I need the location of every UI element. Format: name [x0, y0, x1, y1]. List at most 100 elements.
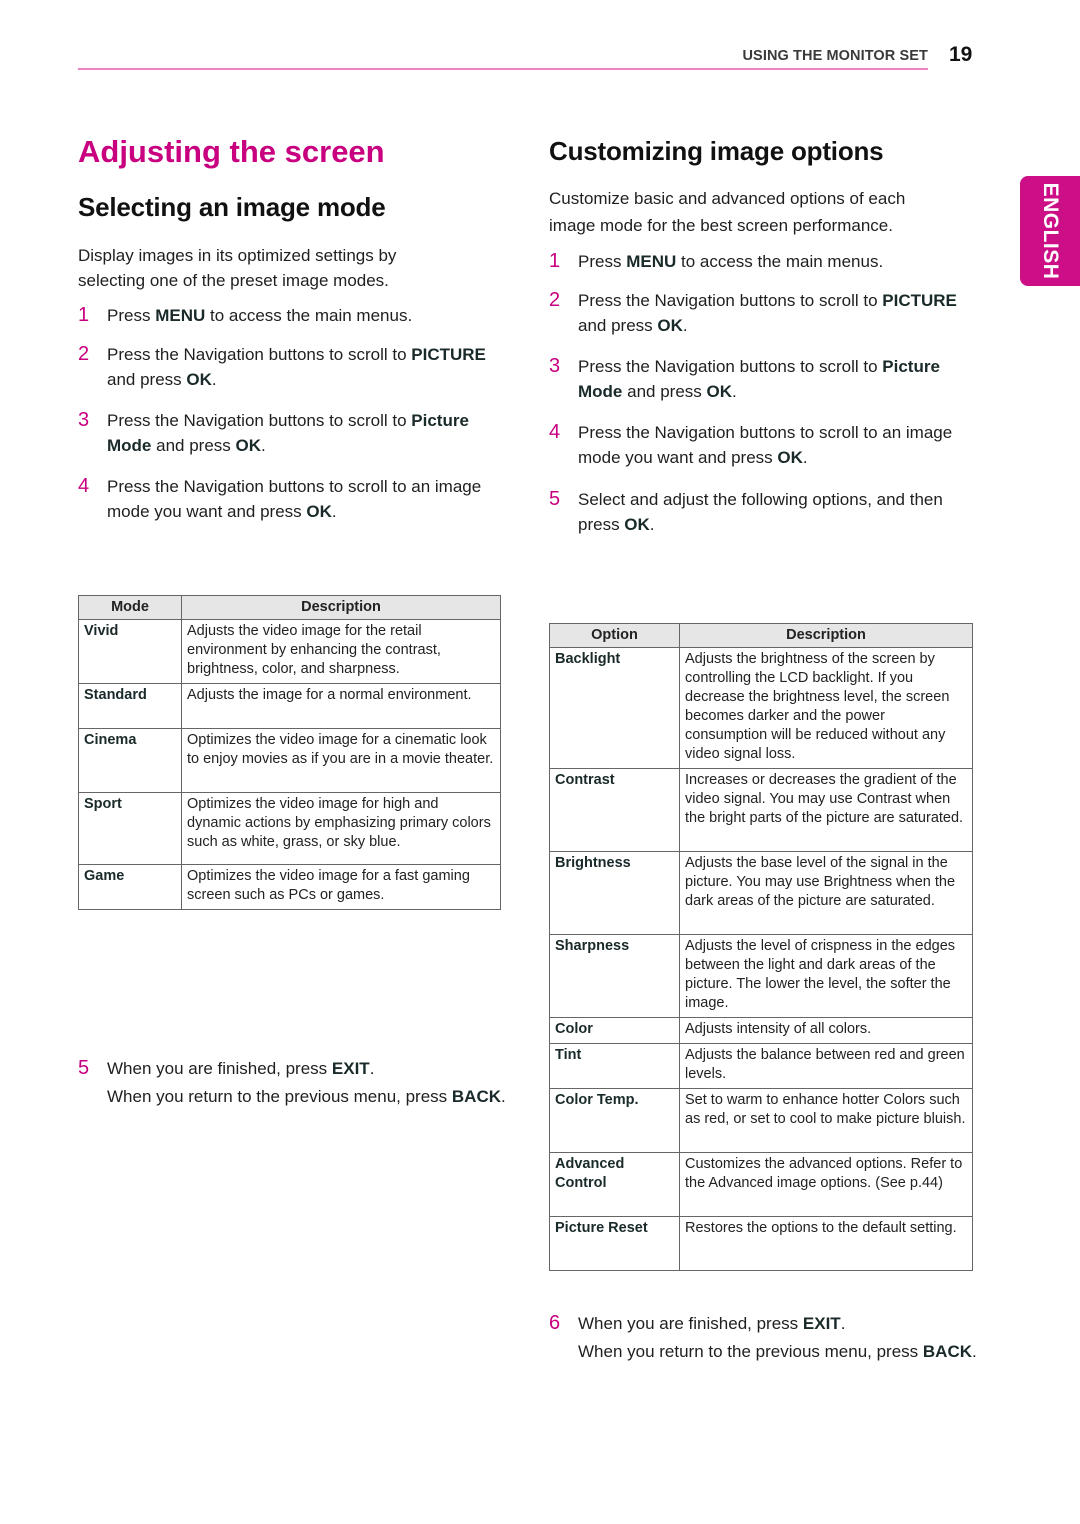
step-text: . — [840, 1314, 846, 1333]
step-number: 2 — [78, 343, 90, 365]
table-row: Color Adjusts intensity of all colors. — [549, 1017, 973, 1044]
step-body: Press the Navigation buttons to scroll t… — [578, 354, 958, 404]
step-text: . — [501, 1087, 506, 1106]
column-header-mode: Mode — [78, 595, 182, 620]
cell-description: Adjusts the base level of the signal in … — [679, 851, 973, 935]
cell-description: Adjusts the video image for the retail e… — [181, 619, 501, 684]
table-row: Standard Adjusts the image for a normal e… — [78, 683, 501, 729]
header-section-title: USING THE MONITOR SET — [742, 48, 928, 64]
key-term: EXIT — [331, 1059, 370, 1078]
intro-line: selecting one of the preset image modes. — [78, 271, 389, 290]
cell-name: Backlight — [549, 647, 680, 769]
page-title: Adjusting the screen — [78, 134, 385, 169]
step-note: When you return to the previous menu, pr… — [578, 1339, 978, 1364]
step-body: Press MENU to access the main menus. — [578, 249, 958, 274]
step-text: Press — [107, 306, 156, 325]
step-text: . — [732, 382, 737, 401]
cell-name: Brightness — [549, 851, 680, 935]
cell-name: Advanced Control — [549, 1152, 680, 1217]
step-number: 5 — [78, 1057, 90, 1079]
cell-description: Adjusts the balance between red and gree… — [679, 1043, 973, 1089]
step-text: When you are finished, press — [107, 1059, 332, 1078]
column-header-option: Option — [549, 623, 680, 648]
cell-name: Game — [78, 864, 182, 910]
step-text: . — [649, 515, 655, 534]
table-row: Vivid Adjusts the video image for the ret… — [78, 619, 501, 684]
step-body: Press the Navigation buttons to scroll t… — [107, 408, 487, 458]
cell-description: Increases or decreases the gradient of t… — [679, 768, 973, 852]
step-body: Press MENU to access the main menus. — [107, 303, 487, 328]
key-term: OK — [306, 502, 332, 521]
section-heading-image-options: Customizing image options — [549, 136, 884, 166]
step-text: to access the main menus. — [205, 306, 413, 325]
cell-name: Contrast — [549, 768, 680, 852]
key-term: OK — [777, 448, 803, 467]
step-text: . — [682, 316, 688, 335]
cell-description: Adjusts the image for a normal environme… — [181, 683, 501, 729]
step-text: and press — [622, 382, 707, 401]
key-term: OK — [657, 316, 683, 335]
table-header-row: Mode Description — [78, 595, 501, 620]
step-text: When you return to the previous menu, pr… — [578, 1342, 923, 1361]
key-term: BACK — [451, 1087, 502, 1106]
step-body: When you are finished, press EXIT. — [107, 1056, 507, 1081]
step-number: 6 — [549, 1312, 561, 1334]
table-row: Cinema Optimizes the video image for a ci… — [78, 728, 501, 793]
cell-name: Vivid — [78, 619, 182, 684]
step-number: 4 — [78, 475, 90, 497]
table-row: Picture Reset Restores the options to the… — [549, 1216, 973, 1271]
step-body: Press the Navigation buttons to scroll t… — [107, 474, 487, 524]
table-row: Sharpness Adjusts the level of crispness … — [549, 934, 973, 1018]
cell-name: Sport — [78, 792, 182, 865]
image-mode-table: Mode Description Vivid Adjusts the video … — [78, 595, 501, 910]
intro-line: image mode for the best screen performan… — [549, 216, 893, 235]
table-row: Advanced Control Customizes the advanced … — [549, 1152, 973, 1217]
key-term: EXIT — [802, 1314, 841, 1333]
step-number: 4 — [549, 421, 561, 443]
step-text: Press the Navigation buttons to scroll t… — [107, 411, 412, 430]
table-row: Tint Adjusts the balance between red and … — [549, 1043, 973, 1089]
step-number: 2 — [549, 289, 561, 311]
key-term: OK — [706, 382, 733, 401]
step-text: and press — [107, 370, 187, 389]
cell-name: Tint — [549, 1043, 680, 1089]
step-body: Press the Navigation buttons to scroll t… — [578, 420, 958, 470]
key-term: PICTURE — [411, 345, 486, 364]
page-number: 19 — [949, 43, 973, 66]
key-term: OK — [624, 515, 650, 534]
header-rule — [78, 68, 928, 70]
language-tab-label: ENGLISH — [1039, 182, 1062, 280]
cell-description: Optimizes the video image for high and d… — [181, 792, 501, 865]
cell-description: Set to warm to enhance hotter Colors suc… — [679, 1088, 973, 1153]
cell-name: Color Temp. — [549, 1088, 680, 1153]
step-text: Press the Navigation buttons to scroll t… — [107, 345, 412, 364]
step-text: When you are finished, press — [578, 1314, 803, 1333]
section-heading-image-mode: Selecting an image mode — [78, 192, 386, 222]
cell-description: Adjusts the level of crispness in the ed… — [679, 934, 973, 1018]
step-text: Press the Navigation buttons to scroll t… — [107, 477, 482, 521]
column-header-description: Description — [679, 623, 973, 648]
cell-description: Customizes the advanced options. Refer t… — [679, 1152, 973, 1217]
step-text: to access the main menus. — [676, 252, 884, 271]
column-header-description: Description — [181, 595, 501, 620]
step-text: and press — [578, 316, 658, 335]
key-term: PICTURE — [882, 291, 957, 310]
step-text: . — [972, 1342, 977, 1361]
table-row: Backlight Adjusts the brightness of the s… — [549, 647, 973, 769]
key-term: OK — [235, 436, 262, 455]
cell-description: Adjusts intensity of all colors. — [679, 1017, 973, 1044]
table-row: Color Temp. Set to warm to enhance hotter… — [549, 1088, 973, 1153]
cell-description: Restores the options to the default sett… — [679, 1216, 973, 1271]
step-body: Press the Navigation buttons to scroll t… — [107, 342, 487, 392]
cell-name: Picture Reset — [549, 1216, 680, 1271]
cell-name: Standard — [78, 683, 182, 729]
cell-name: Sharpness — [549, 934, 680, 1018]
step-text: . — [261, 436, 266, 455]
table-row: Sport Optimizes the video image for high … — [78, 792, 501, 865]
step-body: Select and adjust the following options,… — [578, 487, 958, 537]
step-number: 5 — [549, 488, 561, 510]
table-row: Game Optimizes the video image for a fast… — [78, 864, 501, 910]
cell-description: Adjusts the brightness of the screen by … — [679, 647, 973, 769]
step-text: Press the Navigation buttons to scroll t… — [578, 423, 953, 467]
key-term: MENU — [155, 306, 206, 325]
